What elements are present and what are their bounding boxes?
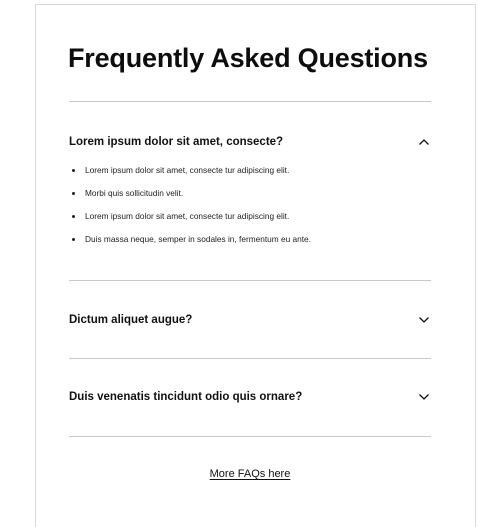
chevron-up-icon[interactable] [417,135,431,149]
faq-answer-list: Lorem ipsum dolor sit amet, consecte tur… [69,165,431,257]
list-item: Duis massa neque, semper in sodales in, … [69,234,431,257]
faq-question-2[interactable]: Dictum aliquet augue? [69,309,431,331]
faq-question-3-text: Duis venenatis tincidunt odio quis ornar… [69,391,303,403]
faq-question-2-text: Dictum aliquet augue? [69,314,193,326]
faq-card [35,4,476,527]
more-faqs-link[interactable]: More FAQs here [210,468,291,480]
more-faqs-container: More FAQs here [0,468,479,480]
faq-question-3[interactable]: Duis venenatis tincidunt odio quis ornar… [69,386,431,408]
chevron-down-icon[interactable] [417,390,431,404]
bullet-icon [72,215,75,218]
bullet-icon [72,238,75,241]
chevron-down-icon[interactable] [417,313,431,327]
divider [69,280,431,281]
list-item: Lorem ipsum dolor sit amet, consecte tur… [69,211,431,234]
list-item: Lorem ipsum dolor sit amet, consecte tur… [69,165,431,188]
faq-question-1[interactable]: Lorem ipsum dolor sit amet, consecte? [69,131,431,153]
divider [69,358,431,359]
bullet-icon [72,169,75,172]
list-item: Morbi quis sollicitudin velit. [69,188,431,211]
bullet-icon [72,192,75,195]
divider [69,436,431,437]
divider [69,101,431,102]
page-title: Frequently Asked Questions [68,43,428,73]
faq-question-1-text: Lorem ipsum dolor sit amet, consecte? [69,136,284,148]
